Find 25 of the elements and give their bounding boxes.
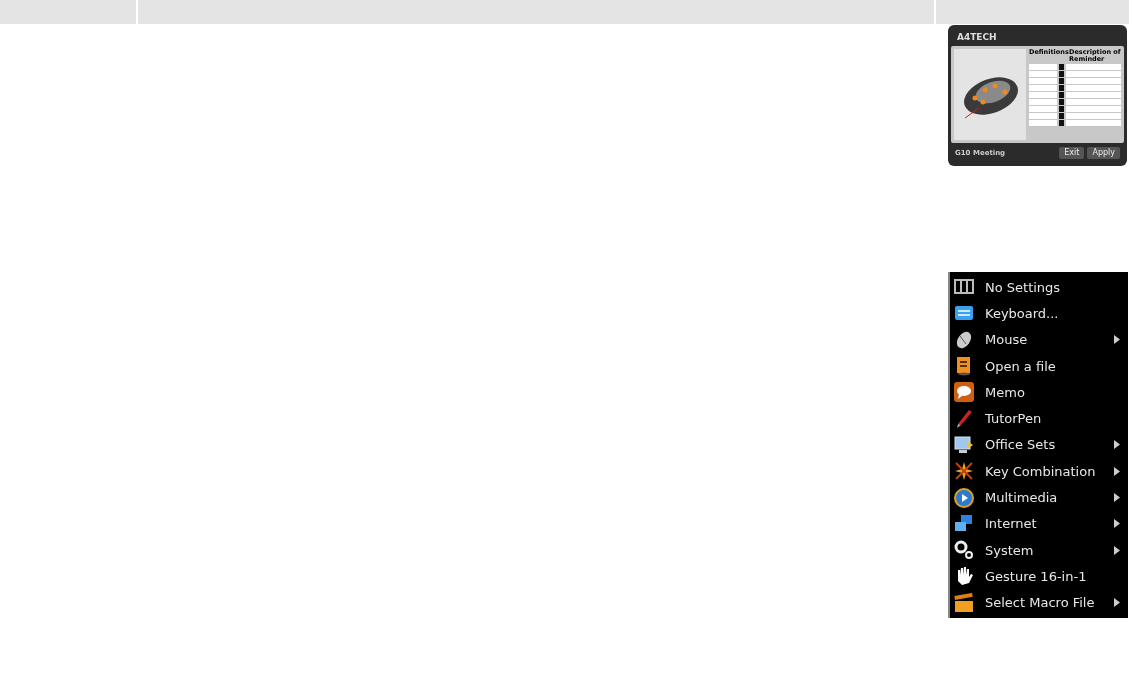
menu-item[interactable]: Keyboard... [950, 300, 1128, 327]
menu-item[interactable]: System [950, 536, 1128, 564]
dialog-button[interactable]: Apply [1087, 147, 1120, 159]
menu-item[interactable]: Internet [950, 510, 1128, 537]
menu-item[interactable]: Memo [950, 379, 1128, 406]
pen-icon [954, 408, 974, 429]
menu-item[interactable]: Mouse [950, 326, 1128, 353]
play-icon [954, 487, 974, 508]
monitor-icon [954, 434, 974, 455]
menu-item[interactable]: Open a file [950, 352, 1128, 380]
computers-icon [954, 513, 974, 534]
mouse-icon [954, 329, 974, 350]
menu-item[interactable]: Gesture 16-in-1 [950, 563, 1128, 590]
brand-logo: A4TECH [957, 32, 997, 42]
menu-item[interactable]: Select Macro File [950, 589, 1128, 616]
menu-item[interactable]: No Settings [950, 274, 1128, 301]
menu-item[interactable]: Multimedia [950, 484, 1128, 511]
speech-bubble-icon [954, 382, 974, 403]
gears-icon [954, 540, 974, 561]
clapperboard-icon [954, 592, 974, 613]
menu-item[interactable]: Key Combination [950, 458, 1128, 485]
menu-item[interactable]: Office Sets [950, 431, 1128, 459]
dialog-button[interactable]: Exit [1059, 147, 1085, 159]
menu-item[interactable]: TutorPen [950, 405, 1128, 432]
star-icon [954, 461, 974, 482]
